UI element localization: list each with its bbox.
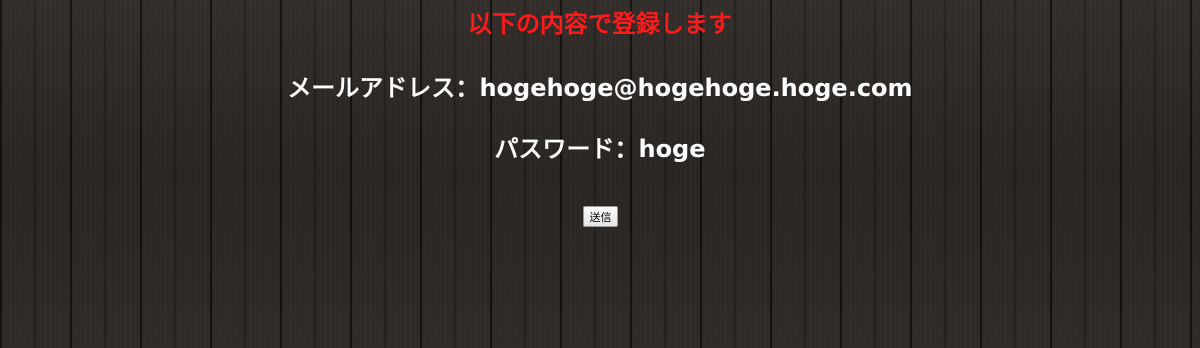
- submit-button[interactable]: 送信: [583, 206, 618, 227]
- password-label: パスワード：: [494, 135, 639, 163]
- confirmation-page: 以下の内容で登録します メールアドレス：hogehoge@hogehoge.ho…: [0, 0, 1200, 348]
- confirmation-heading: 以下の内容で登録します: [468, 10, 732, 38]
- password-value: hoge: [638, 135, 706, 163]
- password-row: パスワード：hoge: [0, 133, 1200, 165]
- email-value: hogehoge@hogehoge.hoge.com: [479, 74, 913, 102]
- email-label: メールアドレス：: [287, 74, 480, 102]
- email-row: メールアドレス：hogehoge@hogehoge.hoge.com: [0, 72, 1200, 104]
